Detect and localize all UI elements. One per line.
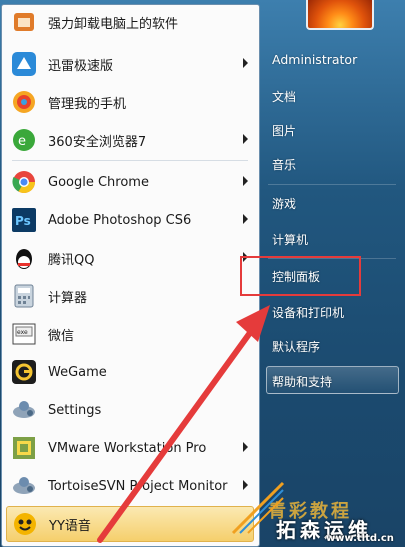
- watermark-url: www.tltd.cn: [326, 533, 394, 544]
- start-menu: 强力卸载电脑上的软件 迅雷极速版 管理我的手机 e 360安全浏览器7 Google Ch…: [0, 0, 405, 547]
- watermark-logo-icon: [231, 481, 285, 535]
- annotation-arrow: [97, 305, 270, 543]
